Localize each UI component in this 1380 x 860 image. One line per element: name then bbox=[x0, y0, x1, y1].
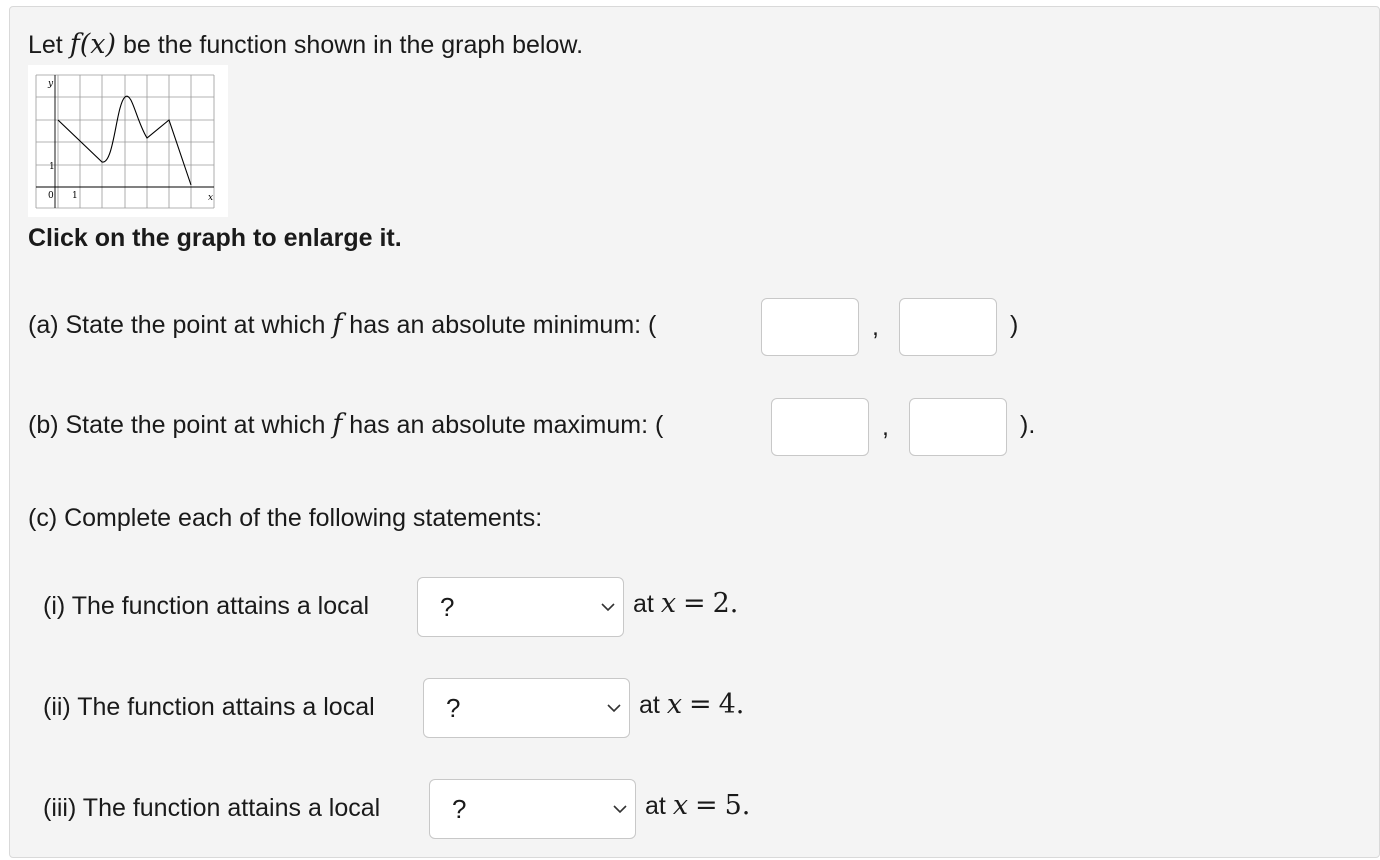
statement-ii-value: 4. bbox=[718, 689, 745, 720]
statement-i-tail: at x = 2. bbox=[633, 589, 738, 619]
statement-i-selected: ? bbox=[440, 592, 455, 622]
max-x-input[interactable] bbox=[771, 398, 869, 456]
statement-iii-dropdown[interactable]: ? bbox=[429, 779, 636, 839]
statement-ii-label: (ii) The function attains a local bbox=[43, 693, 375, 721]
statement-iii-var: x bbox=[672, 790, 689, 821]
chevron-down-icon bbox=[607, 704, 621, 713]
part-b-tail: has an absolute maximum: ( bbox=[349, 411, 664, 439]
chevron-down-icon bbox=[613, 805, 627, 814]
statement-i-var: x bbox=[660, 588, 677, 619]
y-axis-label: y bbox=[47, 79, 54, 89]
intro-lead: Let bbox=[28, 31, 63, 59]
statement-ii-eq: = bbox=[689, 689, 712, 720]
statement-ii-tail: at x = 4. bbox=[639, 690, 744, 720]
graph-grid bbox=[35, 74, 215, 209]
statement-i-value: 2. bbox=[712, 588, 739, 619]
part-a-close: ) bbox=[1010, 311, 1019, 339]
part-a-lead: (a) State the point at which bbox=[28, 311, 326, 339]
intro-function: f(x) bbox=[69, 29, 117, 60]
statement-ii-var: x bbox=[666, 689, 683, 720]
min-y-input[interactable] bbox=[899, 298, 997, 356]
statement-ii-at: at bbox=[639, 691, 660, 719]
part-b-lead: (b) State the point at which bbox=[28, 411, 326, 439]
tick-one-x: 1 bbox=[72, 191, 78, 201]
max-y-input[interactable] bbox=[909, 398, 1007, 456]
part-b-prompt: (b) State the point at which f has an ab… bbox=[28, 410, 663, 440]
statement-i-at: at bbox=[633, 590, 654, 618]
chevron-down-icon bbox=[601, 603, 615, 612]
statement-iii-selected: ? bbox=[452, 794, 467, 824]
tick-one-y: 1 bbox=[49, 162, 55, 172]
statement-i-dropdown[interactable]: ? bbox=[417, 577, 624, 637]
statement-i-label: (i) The function attains a local bbox=[43, 592, 370, 620]
part-b-comma: , bbox=[882, 413, 889, 441]
statement-iii-at: at bbox=[645, 792, 666, 820]
statement-ii-dropdown[interactable]: ? bbox=[423, 678, 630, 738]
graph-svg: y x 0 1 1 bbox=[35, 74, 215, 209]
function-curve bbox=[57, 95, 192, 186]
part-a-comma: , bbox=[872, 313, 879, 341]
x-axis-label: x bbox=[208, 193, 213, 203]
part-a-prompt: (a) State the point at which f has an ab… bbox=[28, 310, 656, 340]
part-b-close: ). bbox=[1020, 411, 1036, 439]
graph-thumbnail[interactable]: y x 0 1 1 bbox=[28, 65, 228, 217]
statement-i-eq: = bbox=[683, 588, 706, 619]
part-b-function: f bbox=[332, 409, 343, 440]
part-c-heading: (c) Complete each of the following state… bbox=[28, 504, 543, 532]
statement-iii-eq: = bbox=[695, 790, 718, 821]
min-x-input[interactable] bbox=[761, 298, 859, 356]
part-a-tail: has an absolute minimum: ( bbox=[349, 311, 657, 339]
part-a-function: f bbox=[332, 309, 343, 340]
intro-tail: be the function shown in the graph below… bbox=[122, 31, 584, 59]
statement-iii-value: 5. bbox=[724, 790, 751, 821]
statement-ii-selected: ? bbox=[446, 693, 461, 723]
tick-zero: 0 bbox=[48, 191, 54, 201]
click-hint: Click on the graph to enlarge it. bbox=[28, 224, 402, 252]
statement-iii-label: (iii) The function attains a local bbox=[43, 794, 381, 822]
intro-line: Let f(x) be the function shown in the gr… bbox=[28, 30, 583, 60]
statement-iii-tail: at x = 5. bbox=[645, 791, 750, 821]
